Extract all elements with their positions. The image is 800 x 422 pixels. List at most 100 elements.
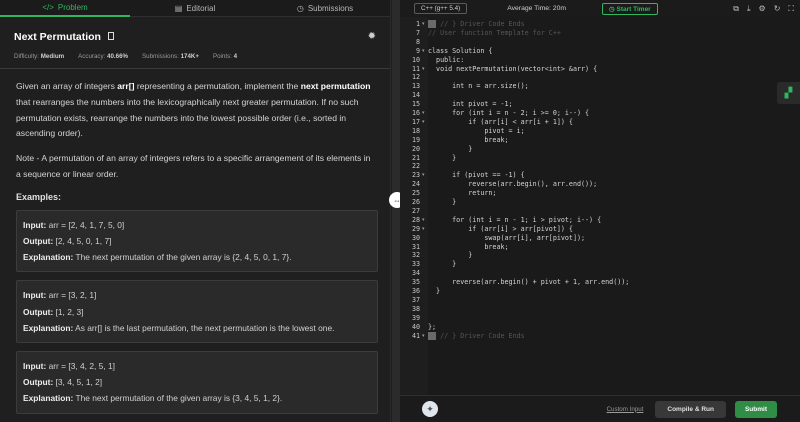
app-root: </> Problem ▤ Editorial ◷ Submissions Ne… [0,0,800,422]
document-icon: ▤ [174,3,183,13]
code-editor[interactable]: 1 ▾ 7 8 9 ▾ 10 11 ▾ 12 13 14 15 16 ▾ 17 ▾ 18 19 20 21 22 23 ▾ 24… [400,17,800,395]
toolbar-icons: ⧉ ⤓ ⚙ ↻ ⛶ [733,4,794,14]
line-number: 41 [411,331,420,340]
problem-content: Given an array of integers arr[] represe… [0,69,390,414]
fold-arrow-icon[interactable]: ▾ [422,109,425,118]
fold-arrow-icon[interactable]: ▾ [422,65,425,74]
input-value: arr = [2, 4, 1, 7, 5, 0] [48,219,125,230]
line-number: 26 [411,198,420,206]
fold-arrow-icon[interactable]: ▾ [422,118,425,127]
example-input: Input: arr = [3, 4, 2, 5, 1] [23,358,371,374]
output-label: Output: [23,377,54,388]
code-line: } [428,198,457,206]
input-value: arr = [3, 4, 2, 5, 1] [48,361,115,371]
fold-arrow-icon[interactable]: ▾ [422,216,425,225]
code-line: for (int i = n - 2; i >= 0; i--) { [428,109,590,117]
bug-report-icon[interactable]: ✹ [368,31,376,42]
code-line: pivot = i; [428,126,525,135]
line-number: 40 [411,322,420,331]
code-line: if (arr[i] < arr[i + 1]) { [428,117,573,126]
accuracy-meta: Accuracy: 40.66% [78,53,128,60]
code-line: if (arr[i] > arr[pivot]) { [428,224,573,233]
language-select[interactable]: C++ (g++ 5.4) [414,3,468,14]
example-explanation: Explanation: The next permutation of the… [23,249,371,265]
accuracy-label: Accuracy: [78,53,106,60]
line-number: 17 [411,117,420,126]
code-line: if (pivot == -1) { [428,171,525,180]
chat-icon[interactable]: ▞ [777,82,800,104]
line-number: 27 [411,206,420,215]
download-icon[interactable]: ⤓ [747,4,751,14]
code-line: return; [428,189,497,198]
reset-icon[interactable]: ↻ [774,4,781,14]
line-number: 23 [411,171,420,180]
line-number: 29 [411,224,420,233]
code-line: public: [428,55,465,64]
settings-icon[interactable]: ⚙ [759,4,766,14]
fold-arrow-icon[interactable]: ▾ [422,225,425,234]
code-area[interactable]: ▬▬ // } Driver Code Ends// User function… [428,17,800,395]
line-number: 35 [411,278,420,287]
copy-icon[interactable]: ⧉ [733,4,739,14]
problem-note: Note - A permutation of an array of inte… [16,153,371,179]
tab-editorial-label: Editorial [186,3,216,13]
code-line: // User function Template for C++ [428,28,561,37]
output-label: Output: [23,306,54,317]
line-number: 33 [411,260,420,269]
problem-tabs: </> Problem ▤ Editorial ◷ Submissions [0,0,390,17]
line-number: 30 [411,233,420,242]
code-line: for (int i = n - 1; i > pivot; i--) { [428,215,602,224]
code-icon: </> [42,2,54,12]
example-explanation: Explanation: The next permutation of the… [23,390,371,406]
tab-submissions[interactable]: ◷ Submissions [260,0,390,17]
difficulty-label: Difficulty: [14,53,39,60]
input-label: Input: [23,290,47,301]
compile-run-button[interactable]: Compile & Run [655,400,726,418]
problem-panel: </> Problem ▤ Editorial ◷ Submissions Ne… [0,0,391,422]
line-number: 21 [411,153,420,162]
folded-region-marker[interactable]: ▬▬ [428,20,437,28]
start-timer-button[interactable]: ◷ Start Timer [602,2,658,15]
code-line-text: // } Driver Code Ends [440,20,525,28]
desc-arr: arr[] [117,81,135,91]
example-box: Input: arr = [2, 4, 1, 7, 5, 0] Output: … [16,209,378,273]
folded-region-marker[interactable]: ▬▬ [428,331,437,340]
lightbulb-icon[interactable]: ✦ [422,401,438,417]
points-meta: Points: 4 [213,53,237,60]
submit-button[interactable]: Submit [734,400,777,418]
problem-description: Given an array of integers arr[] represe… [16,79,374,142]
line-number: 1 [415,20,420,28]
desc-permutation: permutation [320,81,371,91]
fullscreen-icon[interactable]: ⛶ [788,4,794,14]
desc-text: Given an array of integers [16,81,118,91]
tab-editorial[interactable]: ▤ Editorial [130,0,260,17]
fold-arrow-icon[interactable]: ▾ [422,332,425,341]
code-line: ▬▬ // } Driver Code Ends [428,20,525,29]
problem-header: Next Permutation ✹ Difficulty: Medium Ac… [0,17,390,61]
points-label: Points: [212,53,232,60]
line-number: 20 [411,144,420,153]
difficulty-value: Medium [40,53,65,60]
custom-input-link[interactable]: Custom Input [607,406,644,413]
example-explanation: Explanation: As arr[] is the last permut… [23,320,371,336]
line-number: 24 [411,180,420,189]
output-value: [2, 4, 5, 0, 1, 7] [55,235,112,246]
problem-meta: Difficulty: Medium Accuracy: 40.66% Subm… [14,53,376,60]
fold-arrow-icon[interactable]: ▾ [422,171,425,180]
code-line: int n = arr.size(); [428,82,529,91]
code-line: ▬▬ // } Driver Code Ends [428,331,525,341]
bookmark-icon[interactable] [108,31,115,40]
panel-splitter[interactable] [392,0,400,422]
line-number: 25 [411,189,420,198]
code-line: class Solution { [428,46,493,55]
line-number: 22 [411,162,420,171]
difficulty-meta: Difficulty: Medium [14,53,64,60]
code-line: } [428,260,457,269]
code-line: break; [428,242,509,251]
code-line: } [428,144,473,153]
tab-problem[interactable]: </> Problem [0,0,130,17]
fold-arrow-icon[interactable]: ▾ [422,20,425,29]
input-label: Input: [23,219,47,230]
problem-title-row: Next Permutation ✹ [14,27,376,45]
fold-arrow-icon[interactable]: ▾ [422,47,425,56]
